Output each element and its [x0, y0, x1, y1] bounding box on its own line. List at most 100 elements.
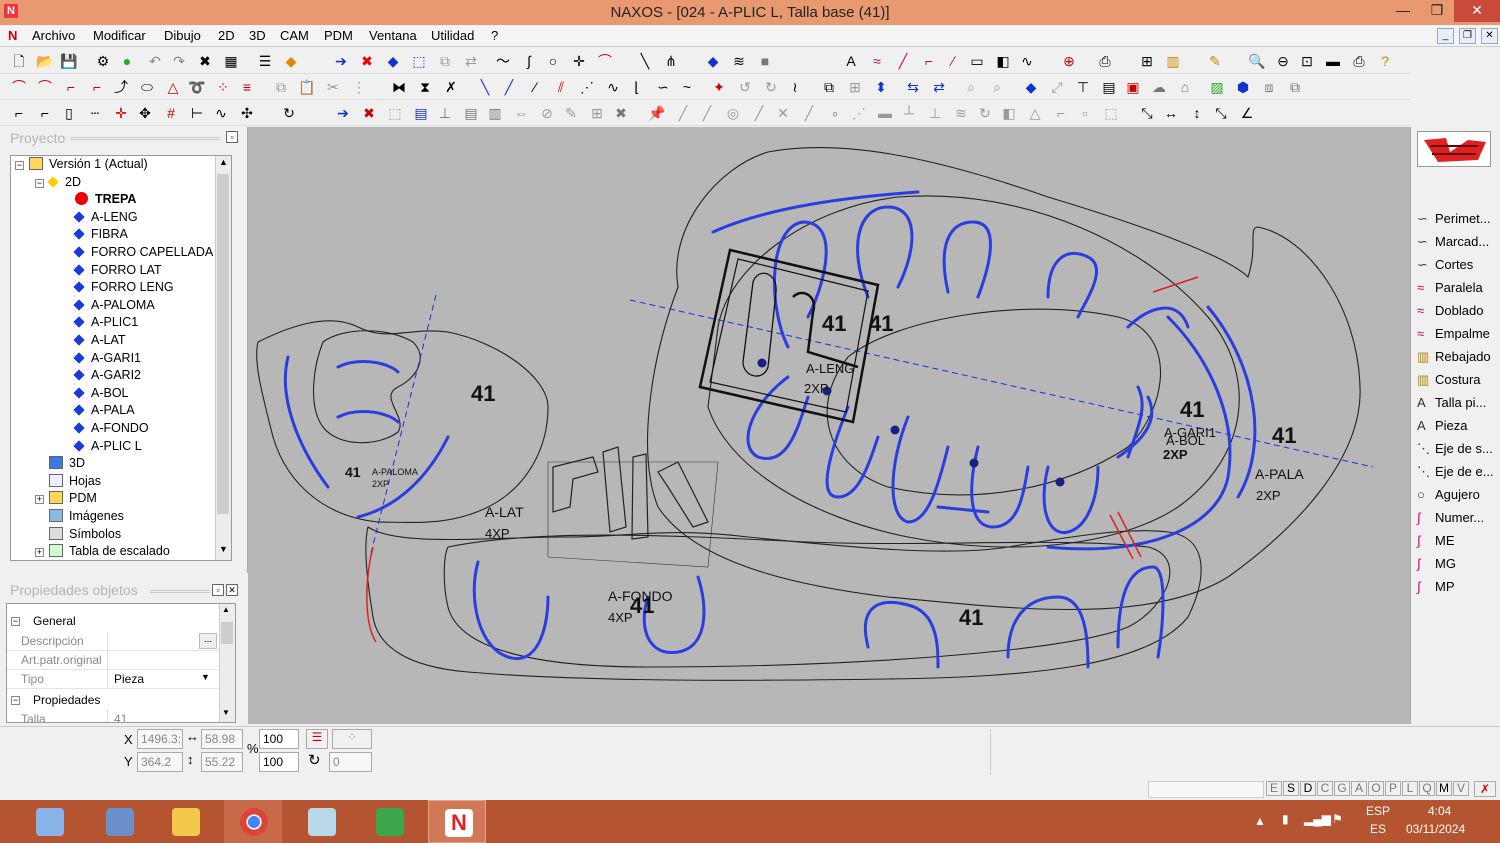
snap-toggle-m[interactable]: M: [1436, 781, 1452, 796]
x-gray2-icon[interactable]: ✕: [774, 104, 792, 122]
save-icon[interactable]: 💾: [60, 52, 78, 70]
stack-icon[interactable]: ⧈: [1260, 78, 1278, 96]
tree-item[interactable]: Imágenes: [49, 509, 124, 526]
diag-arrow-icon[interactable]: ⤡: [1212, 104, 1230, 122]
rotate-gray-icon[interactable]: ↻: [976, 104, 994, 122]
bucket-gray-icon[interactable]: ◧: [1000, 104, 1018, 122]
page-icon[interactable]: ▯: [60, 104, 78, 122]
link-icon[interactable]: ⤢: [1048, 78, 1066, 96]
talla-field[interactable]: 41: [107, 710, 219, 722]
snap-logo-icon[interactable]: ✗: [1474, 781, 1496, 797]
x-gray-icon[interactable]: ✖: [612, 104, 630, 122]
shrink-icon[interactable]: ⤡: [1138, 104, 1156, 122]
corner-gray-icon[interactable]: ⌐: [1052, 104, 1070, 122]
snap-toggle-d[interactable]: D: [1300, 781, 1316, 796]
mirror-option-icon[interactable]: ⁘: [332, 729, 372, 749]
tree-item[interactable]: A-LENG: [73, 210, 138, 227]
tool-parallel[interactable]: ≈ Paralela: [1417, 280, 1500, 300]
art-patr-field[interactable]: [107, 651, 219, 669]
wavy-icon[interactable]: ∿: [604, 78, 622, 96]
scrollbar-thumb[interactable]: [217, 174, 229, 514]
offset2-icon[interactable]: ⌐: [36, 104, 54, 122]
snap-toggle-q[interactable]: Q: [1419, 781, 1435, 796]
taskbar-network[interactable]: [90, 800, 148, 843]
corner2-icon[interactable]: ⌐: [88, 78, 106, 96]
doc-blue-icon[interactable]: ▤: [412, 104, 430, 122]
zoom-icon[interactable]: 🔍: [1248, 52, 1266, 70]
hash-icon[interactable]: #: [162, 104, 180, 122]
pin-icon[interactable]: ▫: [226, 131, 238, 143]
tool-marker[interactable]: ∽ Marcad...: [1417, 234, 1500, 254]
palette-icon[interactable]: ◆: [282, 52, 300, 70]
zigzag-icon[interactable]: ≈: [868, 52, 886, 70]
paste-icon[interactable]: 📋: [298, 78, 316, 96]
description-browse-button[interactable]: ...: [199, 633, 217, 649]
arc-tool-icon[interactable]: ⌒: [10, 78, 28, 96]
drawing-canvas[interactable]: 41 41 41 41 41 41 41 41 A-LENG 2XP A-GAR…: [248, 127, 1410, 724]
wave-icon[interactable]: ≋: [730, 52, 748, 70]
clock-date[interactable]: 03/11/2024: [1406, 822, 1465, 836]
move-blue-icon[interactable]: ➔: [334, 104, 352, 122]
tree-item[interactable]: Hojas: [49, 473, 101, 491]
open-file-icon[interactable]: 📂: [36, 52, 54, 70]
frame-icon[interactable]: ⬚: [410, 52, 428, 70]
spline-icon[interactable]: ≀: [786, 78, 804, 96]
tree-item[interactable]: FIBRA: [73, 227, 128, 244]
move-icon[interactable]: ➔: [332, 52, 350, 70]
pin2-icon[interactable]: 📌: [648, 104, 666, 122]
split-icon[interactable]: ⊢: [188, 104, 206, 122]
pin-icon[interactable]: ✦: [710, 78, 728, 96]
tree-item[interactable]: A-BOL: [73, 386, 129, 403]
tree-item[interactable]: A-PALOMA: [73, 298, 155, 315]
tree-item[interactable]: A-PALA: [73, 403, 135, 420]
menu-dibujo[interactable]: Dibujo: [164, 28, 201, 43]
measure-icon[interactable]: ▬: [1324, 52, 1342, 70]
bucket-icon[interactable]: ◧: [994, 52, 1012, 70]
snap-toggle-g[interactable]: G: [1334, 781, 1350, 796]
tree-item[interactable]: − Versión 1 (Actual): [15, 157, 148, 174]
tree-item[interactable]: A-GARI2: [73, 368, 141, 385]
piece-icon[interactable]: ◆: [704, 52, 722, 70]
taskbar-leaf-app[interactable]: [360, 800, 418, 843]
anchor-gray-icon[interactable]: ⊥: [926, 104, 944, 122]
collapse-icon[interactable]: −: [11, 696, 20, 705]
prop-row-tipo[interactable]: Tipo Pieza ▼: [7, 670, 219, 689]
clock-time[interactable]: 4:04: [1428, 804, 1451, 818]
zoom-window-icon[interactable]: ⊡: [1298, 52, 1316, 70]
properties-scrollbar[interactable]: ▲ ▼: [219, 604, 235, 722]
window2-icon[interactable]: ▣: [1124, 78, 1142, 96]
blue-line2-icon[interactable]: ╱: [500, 78, 518, 96]
text-icon[interactable]: A: [842, 52, 860, 70]
ruler-gray2-icon[interactable]: ┴: [900, 104, 918, 122]
pin-icon[interactable]: ▫: [212, 584, 224, 596]
tool-mg[interactable]: ∫ MG: [1417, 556, 1500, 576]
polyline-icon[interactable]: 〜: [494, 52, 512, 70]
menu-archivo[interactable]: Archivo: [32, 28, 75, 43]
cursor-icon[interactable]: ✣: [238, 104, 256, 122]
slant-icon[interactable]: ∕: [944, 52, 962, 70]
taskbar-app[interactable]: [292, 800, 350, 843]
line-gray4-icon[interactable]: ╱: [800, 104, 818, 122]
bezier-icon[interactable]: ∿: [1018, 52, 1036, 70]
search2-icon[interactable]: ⌕: [962, 78, 980, 96]
pen-gray-icon[interactable]: ✎: [562, 104, 580, 122]
duplicate-icon[interactable]: ⧉: [820, 78, 838, 96]
menu-help[interactable]: ?: [491, 28, 498, 43]
tree-item[interactable]: 3D: [49, 456, 85, 473]
delete-icon[interactable]: ✖: [196, 52, 214, 70]
tray-expand-icon[interactable]: ▲: [1254, 814, 1266, 828]
new-file-icon[interactable]: 🗋: [10, 52, 28, 70]
tree-item[interactable]: + PDM: [35, 491, 97, 508]
close-panel-icon[interactable]: ✕: [226, 584, 238, 596]
tree-item[interactable]: A-FONDO: [73, 421, 149, 438]
tree-item[interactable]: A-PLIC L: [73, 439, 142, 456]
s-curve-icon[interactable]: ∽: [654, 78, 672, 96]
rect-icon[interactable]: ▭: [968, 52, 986, 70]
loop-icon[interactable]: ➰: [188, 78, 206, 96]
diag-gray-icon[interactable]: ⬚: [1102, 104, 1120, 122]
triangle-icon[interactable]: △: [164, 78, 182, 96]
taskbar-explorer[interactable]: [156, 800, 214, 843]
tool-piece-text[interactable]: A Pieza: [1417, 418, 1500, 438]
swap-icon[interactable]: ⇆: [904, 78, 922, 96]
prop-row-art-patr[interactable]: Art.patr.original: [7, 651, 219, 670]
